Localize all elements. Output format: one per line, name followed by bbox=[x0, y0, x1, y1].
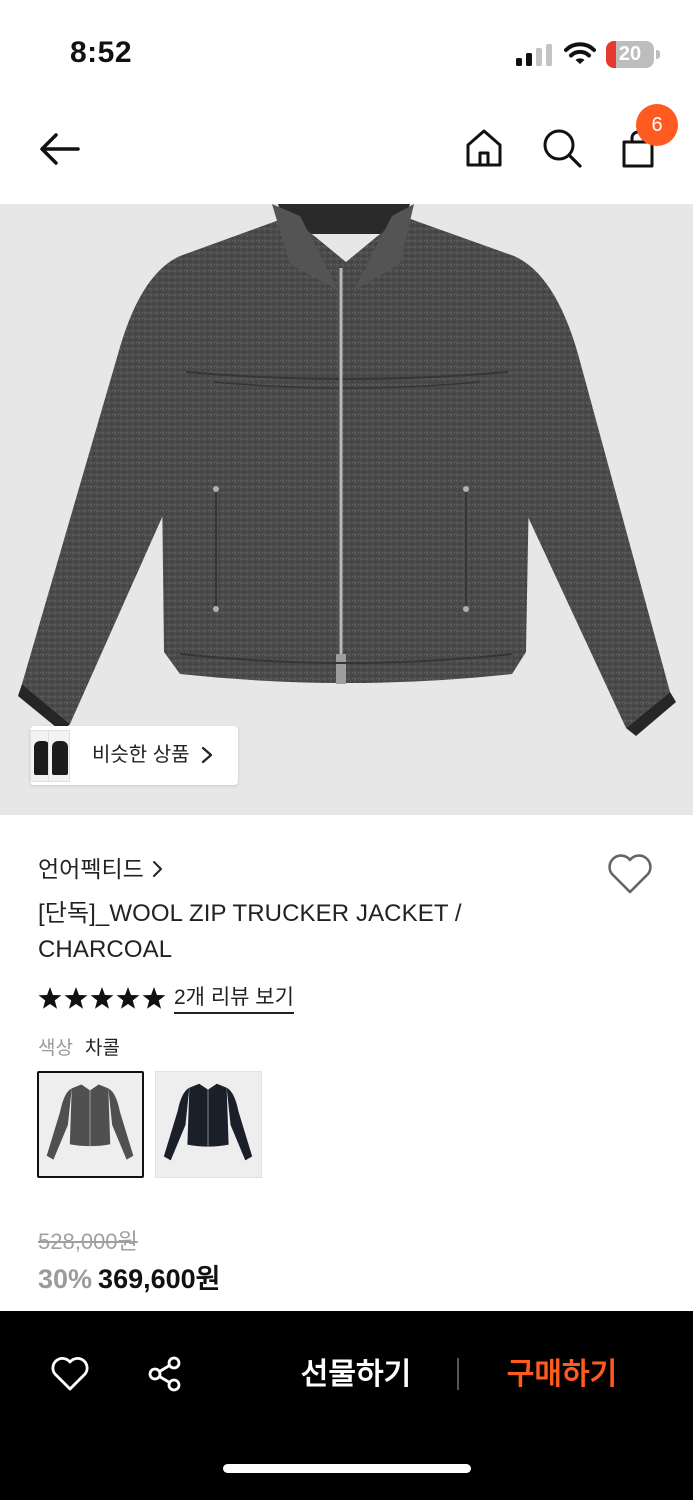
product-name: [단독]_WOOL ZIP TRUCKER JACKET / CHARCOAL bbox=[38, 900, 462, 963]
chevron-right-icon bbox=[152, 860, 162, 877]
wishlist-heart-icon[interactable] bbox=[606, 852, 654, 896]
brand-name: 언어펙티드 bbox=[38, 856, 144, 882]
selected-color-value: 차콜 bbox=[84, 1038, 120, 1059]
color-option-row: 색상 차콜 bbox=[38, 1035, 120, 1063]
rating-star-icon bbox=[64, 987, 88, 1009]
bottom-action-bar: 선물하기 구매하기 bbox=[0, 1311, 693, 1500]
similar-products-label: 비슷한 상품 bbox=[92, 744, 190, 766]
back-arrow-icon[interactable] bbox=[34, 127, 84, 171]
status-bar: 8:52 20 bbox=[0, 0, 693, 100]
wifi-icon bbox=[564, 42, 596, 64]
cellular-signal-icon bbox=[516, 44, 552, 66]
gift-button[interactable]: 선물하기 bbox=[282, 1347, 430, 1403]
chevron-right-icon bbox=[201, 746, 213, 764]
battery-indicator: 20 bbox=[606, 41, 660, 68]
price-row: 30% 369,600원 bbox=[38, 1261, 221, 1297]
battery-level: 20 bbox=[618, 43, 642, 65]
rating-star-icon bbox=[142, 987, 166, 1009]
color-label: 색상 bbox=[38, 1038, 73, 1059]
button-divider bbox=[457, 1358, 459, 1390]
rating-star-icon bbox=[116, 987, 140, 1009]
status-time: 8:52 bbox=[70, 36, 133, 69]
home-indicator[interactable] bbox=[223, 1464, 471, 1473]
discount-rate: 30% bbox=[38, 1264, 93, 1294]
rating-stars bbox=[38, 987, 166, 1009]
top-nav-bar bbox=[0, 100, 693, 204]
similar-products-button[interactable]: 비슷한 상품 bbox=[30, 726, 238, 785]
color-swatch-navy[interactable] bbox=[155, 1071, 262, 1178]
share-icon[interactable] bbox=[146, 1355, 184, 1393]
product-image-gallery[interactable]: 비슷한 상품 bbox=[0, 204, 693, 815]
color-swatch-charcoal[interactable] bbox=[37, 1071, 144, 1178]
search-icon[interactable] bbox=[540, 126, 584, 170]
sale-price: 369,600원 bbox=[98, 1264, 221, 1294]
rating-star-icon bbox=[38, 987, 62, 1009]
like-heart-icon[interactable] bbox=[50, 1356, 90, 1392]
jacket-photo bbox=[18, 204, 676, 736]
review-link[interactable]: 2개 리뷰 보기 bbox=[174, 984, 294, 1014]
rating-star-icon bbox=[90, 987, 114, 1009]
buy-button[interactable]: 구매하기 bbox=[488, 1347, 636, 1403]
cart-count-badge: 6 bbox=[636, 104, 678, 146]
original-price: 528,000원 bbox=[38, 1229, 138, 1254]
home-icon[interactable] bbox=[462, 126, 506, 170]
similar-thumb bbox=[48, 730, 70, 782]
brand-link[interactable]: 언어펙티드 bbox=[38, 853, 164, 885]
